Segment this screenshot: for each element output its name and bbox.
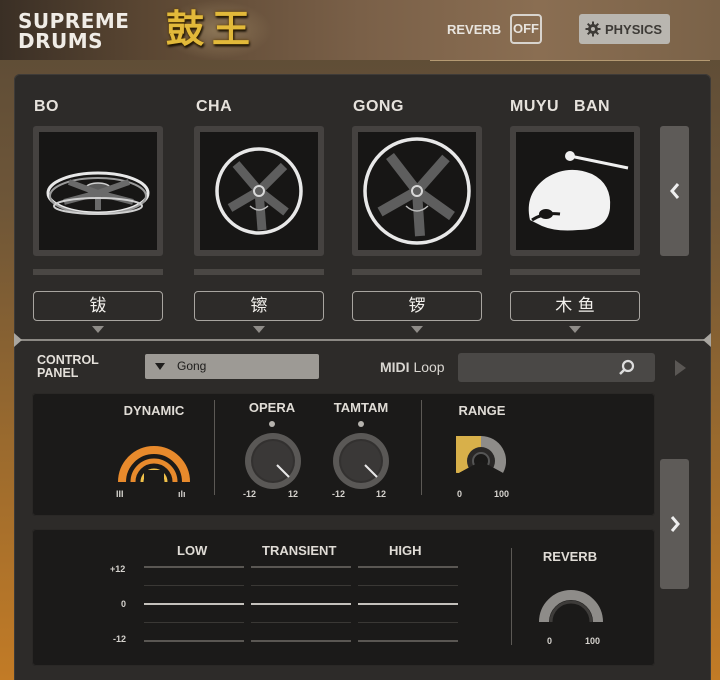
instrument-name-bo: BO [34,98,59,115]
eq-low-line-upper [144,585,244,586]
opera-indicator-dot [269,421,275,427]
logo-text-drums: DRUMS [18,29,104,53]
instrument-pad-cha[interactable] [194,126,324,256]
tamtam-indicator-dot [358,421,364,427]
opera-min: -12 [243,489,257,499]
instrument-name-muyu-ban: MUYU BAN [510,98,611,115]
eq-db-plus12: +12 [110,564,126,574]
eq-low-slider[interactable] [144,603,244,605]
chevron-left-icon [669,183,679,199]
play-midi-button[interactable] [675,360,686,376]
midi-loop-search-field[interactable] [458,353,655,382]
instrument-pad-gong[interactable] [352,126,482,256]
eq-low-line-bottom [144,640,244,642]
opera-knob[interactable] [244,432,302,490]
instrument-cn-label-bo[interactable]: 钹 [33,291,163,321]
reverb-toggle-button[interactable]: OFF [510,14,542,44]
eq-transient-line-top [251,566,351,568]
dropdown-arrow-muyu[interactable] [569,326,581,333]
eq-high-slider[interactable] [358,603,458,605]
eq-transient-line-lower [251,622,351,623]
gear-icon [585,21,601,37]
small-cymbal-icon [215,147,303,235]
next-page-button[interactable] [660,459,689,589]
velocity-bar-bo [33,269,163,275]
control-panel-label-line2: PANEL [37,366,79,380]
wooden-fish-icon [528,151,629,231]
eq-band-transient: TRANSIENT [262,543,337,558]
range-min: 0 [457,489,463,499]
instrument-cn-label-muyu[interactable]: 木 鱼 [510,291,640,321]
gong-icon [363,137,471,245]
eq-reverb-title: REVERB [542,549,598,564]
instrument-pad-bo[interactable] [33,126,163,256]
opera-max: 12 [288,489,299,499]
range-knob[interactable] [456,436,506,486]
select-caret-icon [155,363,165,370]
eq-high-line-bottom [358,640,458,642]
instrument-name-gong: GONG [353,98,404,115]
instrument-cn-label-cha[interactable]: 镲 [194,291,324,321]
range-max: 100 [494,489,510,499]
control-panel-label: CONTROL PANEL [37,354,99,380]
reverb-header-label: REVERB [447,22,502,37]
knob-divider-1 [214,400,215,495]
eq-high-line-upper [358,585,458,586]
dynamic-title: DYNAMIC [123,403,185,418]
eq-transient-slider[interactable] [251,603,351,605]
dropdown-arrow-bo[interactable] [92,326,104,333]
eq-reverb-max: 100 [585,636,601,646]
eq-reverb-min: 0 [547,636,553,646]
tamtam-min: -12 [332,489,346,499]
eq-db-zero: 0 [121,599,127,609]
dynamic-high-icon: ılı [178,489,186,499]
eq-transient-line-upper [251,585,351,586]
eq-high-line-top [358,566,458,568]
dynamic-knob[interactable] [116,424,192,488]
range-title: RANGE [458,403,506,418]
tamtam-title: TAMTAM [333,400,389,415]
eq-reverb-knob[interactable] [538,572,604,632]
cymbal-icon [46,171,150,215]
eq-transient-line-bottom [251,640,351,642]
physics-label: PHYSICS [605,21,663,37]
loop-label: Loop [413,359,445,375]
divider-marker-right [703,333,711,347]
midi-label: MIDI [380,359,410,375]
velocity-bar-cha [194,269,324,275]
opera-title: OPERA [248,400,296,415]
knob-divider-2 [421,400,422,495]
instrument-pad-muyu-ban[interactable] [510,126,640,256]
dropdown-arrow-gong[interactable] [411,326,423,333]
eq-db-minus12: -12 [113,634,127,644]
header-divider [430,60,710,61]
tamtam-max: 12 [376,489,387,499]
logo-chinese-text: 鼓王 [166,6,259,51]
header-bar: SUPREME DRUMS 鼓王 REVERB OFF PHYSICS [0,0,720,60]
instrument-name-cha: CHA [196,98,233,115]
search-icon [619,359,635,375]
section-divider [14,339,711,341]
divider-marker-left [14,333,22,347]
velocity-bar-gong [352,269,482,275]
dropdown-arrow-cha[interactable] [253,326,265,333]
eq-low-line-top [144,566,244,568]
eq-band-low: LOW [177,543,208,558]
instrument-select[interactable]: Gong [145,354,319,379]
eq-low-line-lower [144,622,244,623]
dynamic-low-icon: III [116,489,124,499]
eq-high-line-lower [358,622,458,623]
midi-loop-label: MIDI Loop [380,359,445,375]
chevron-right-icon [670,516,680,532]
physics-button[interactable]: PHYSICS [579,14,670,44]
eq-band-high: HIGH [389,543,422,558]
velocity-bar-muyu [510,269,640,275]
instrument-cn-label-gong[interactable]: 锣 [352,291,482,321]
eq-divider [511,548,512,645]
logo-text-supreme: SUPREME [18,9,130,33]
prev-instruments-button[interactable] [660,126,689,256]
tamtam-knob[interactable] [332,432,390,490]
